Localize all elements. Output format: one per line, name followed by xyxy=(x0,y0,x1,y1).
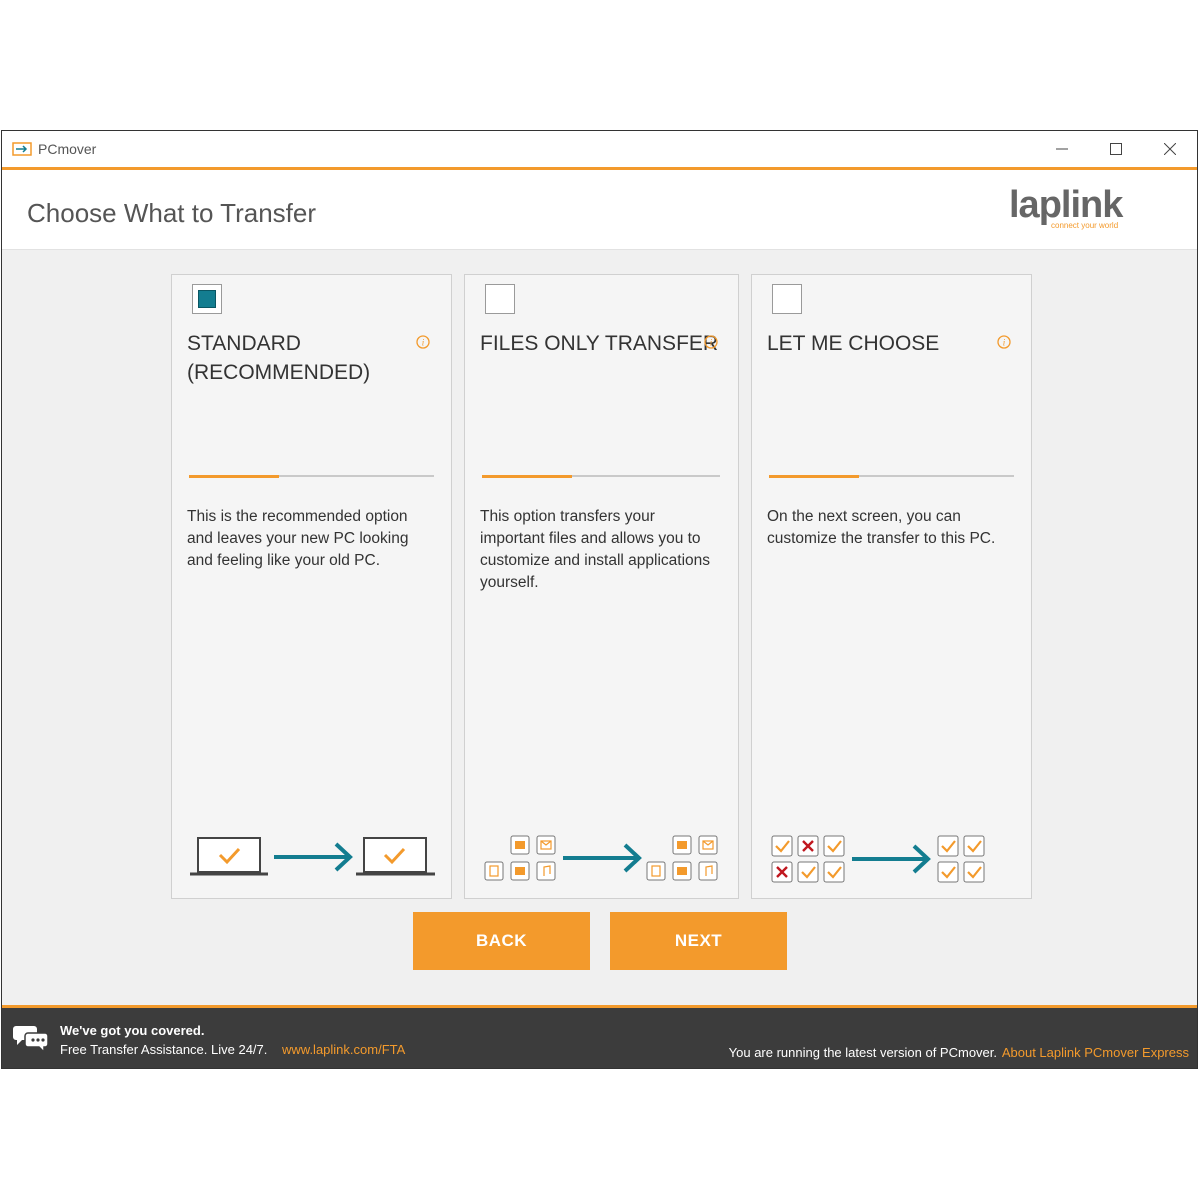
close-button[interactable] xyxy=(1147,135,1193,163)
option-title-files-only: FILES ONLY TRANSFER xyxy=(480,332,719,355)
footer-headline: We've got you covered. xyxy=(60,1023,205,1038)
standard-checkbox[interactable] xyxy=(192,284,222,314)
files-only-checkbox[interactable] xyxy=(485,284,515,314)
next-button[interactable]: NEXT xyxy=(610,912,787,970)
option-divider xyxy=(769,474,1014,478)
laplink-logo: laplink connect your world xyxy=(1009,184,1139,234)
option-divider xyxy=(482,474,720,478)
option-card-files-only[interactable]: FILES ONLY TRANSFER i This option transf… xyxy=(464,274,739,899)
svg-text:i: i xyxy=(422,338,425,348)
option-description-let-me-choose: On the next screen, you can customize th… xyxy=(767,508,996,547)
chat-bubbles-icon xyxy=(13,1026,49,1054)
new-laptop-icon xyxy=(356,837,435,876)
maximize-icon xyxy=(1110,143,1122,155)
arrow-right-icon xyxy=(563,843,642,873)
pcmover-window: PCmover Choose What to Transfer laplink … xyxy=(1,130,1198,1069)
option-card-let-me-choose[interactable]: LET ME CHOOSE i On the next screen, you … xyxy=(751,274,1032,899)
let-me-choose-checkbox[interactable] xyxy=(772,284,802,314)
checklist-transfer-illustration xyxy=(771,835,985,883)
svg-text:i: i xyxy=(710,338,713,348)
page-title: Choose What to Transfer xyxy=(27,198,317,228)
minimize-button[interactable] xyxy=(1039,135,1085,163)
info-icon[interactable]: i xyxy=(704,335,718,349)
option-divider xyxy=(189,474,434,478)
svg-text:i: i xyxy=(1003,338,1006,348)
option-description-standard: This is the recommended option and leave… xyxy=(187,508,409,569)
option-card-standard[interactable]: STANDARD (RECOMMENDED) i This is the rec… xyxy=(171,274,452,899)
info-icon[interactable]: i xyxy=(416,335,430,349)
title-bar: PCmover xyxy=(2,131,1197,170)
close-icon xyxy=(1164,143,1176,155)
minimize-icon xyxy=(1056,148,1068,150)
version-status: You are running the latest version of PC… xyxy=(728,1045,997,1060)
option-title-let-me-choose: LET ME CHOOSE xyxy=(767,332,940,355)
info-icon[interactable]: i xyxy=(997,335,1011,349)
back-button[interactable]: BACK xyxy=(413,912,590,970)
arrow-right-icon xyxy=(274,842,353,872)
option-description-files-only: This option transfers your important fil… xyxy=(480,508,711,591)
option-title-standard: STANDARD (RECOMMENDED) xyxy=(187,332,371,384)
arrow-right-icon xyxy=(852,844,931,874)
page-header: Choose What to Transfer laplink connect … xyxy=(2,170,1197,250)
about-link[interactable]: About Laplink PCmover Express xyxy=(1002,1045,1189,1060)
pcmover-app-icon xyxy=(12,142,32,156)
logo-tagline: connect your world xyxy=(1051,221,1119,230)
fta-link[interactable]: www.laplink.com/FTA xyxy=(282,1042,405,1057)
footer-assist-text: Free Transfer Assistance. Live 24/7. xyxy=(60,1042,268,1057)
footer-bar: We've got you covered. Free Transfer Ass… xyxy=(2,1005,1197,1068)
laptop-transfer-illustration xyxy=(190,837,435,876)
window-title: PCmover xyxy=(38,141,97,157)
maximize-button[interactable] xyxy=(1093,135,1139,163)
files-transfer-illustration xyxy=(484,835,718,881)
old-laptop-icon xyxy=(190,837,268,876)
